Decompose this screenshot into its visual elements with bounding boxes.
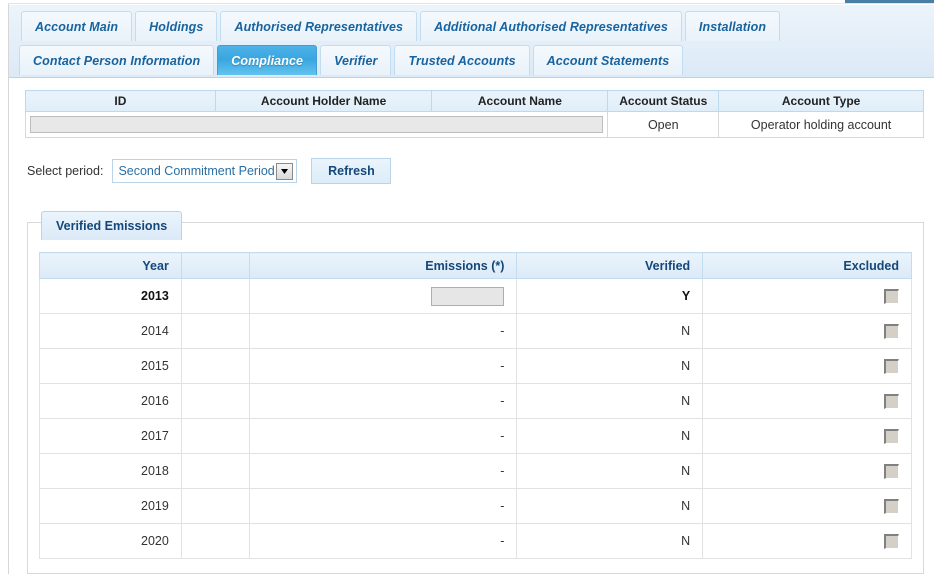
emissions-spacer-cell xyxy=(180,453,250,489)
emissions-table-row: 2019 - N xyxy=(39,488,912,524)
excluded-checkbox[interactable] xyxy=(884,288,899,304)
emissions-spacer-cell xyxy=(180,278,250,314)
account-status-value: Open xyxy=(607,111,720,138)
emissions-excluded-cell xyxy=(702,348,912,384)
emissions-year-cell: 2015 xyxy=(39,348,182,384)
emissions-table-row: 2013 Y xyxy=(39,278,912,314)
emissions-value-cell: - xyxy=(248,488,518,524)
verified-emissions-legend: Verified Emissions xyxy=(41,211,183,241)
emissions-verified-cell: N xyxy=(516,523,704,559)
tab-account-statements[interactable]: Account Statements xyxy=(532,45,684,75)
emissions-year-cell: 2018 xyxy=(39,453,182,489)
redacted-value-bar xyxy=(30,116,604,133)
account-type-value: Operator holding account xyxy=(718,111,924,138)
emissions-spacer-cell xyxy=(180,488,250,524)
emissions-year-cell: 2020 xyxy=(39,523,182,559)
emissions-value-cell: - xyxy=(248,383,518,419)
emissions-table-row: 2014 - N xyxy=(39,313,912,349)
emissions-excluded-cell xyxy=(702,278,912,314)
excluded-checkbox[interactable] xyxy=(884,358,899,374)
tab-row-secondary: Contact Person Information Compliance Veri… xyxy=(19,43,686,75)
emissions-year-cell: 2016 xyxy=(39,383,182,419)
account-col-id: ID xyxy=(25,90,216,112)
chevron-down-icon[interactable] xyxy=(276,163,294,180)
emissions-spacer-cell xyxy=(180,313,250,349)
tab-account-main[interactable]: Account Main xyxy=(21,11,133,41)
verified-emissions-table: Year Emissions (*) Verified Excluded 201… xyxy=(39,252,912,559)
emissions-table-row: 2017 - N xyxy=(39,418,912,454)
account-table-row: Open Operator holding account xyxy=(24,111,924,138)
emissions-verified-cell: Y xyxy=(516,278,704,314)
account-col-holder-name: Account Holder Name xyxy=(214,90,433,112)
tab-additional-authorised-representatives[interactable]: Additional Authorised Representatives xyxy=(420,11,682,41)
tab-row-primary: Account Main Holdings Authorised Represent… xyxy=(21,9,783,41)
redacted-emissions-value xyxy=(431,286,505,306)
emissions-year-cell: 2019 xyxy=(39,488,182,524)
emissions-excluded-cell xyxy=(702,523,912,559)
emissions-value-cell: - xyxy=(248,313,518,349)
excluded-checkbox[interactable] xyxy=(884,323,899,339)
emissions-col-year: Year xyxy=(39,252,182,279)
emissions-verified-cell: N xyxy=(516,383,704,419)
emissions-excluded-cell xyxy=(702,453,912,489)
emissions-year-cell: 2017 xyxy=(39,418,182,454)
emissions-header-row: Year Emissions (*) Verified Excluded xyxy=(39,252,912,279)
emissions-verified-cell: N xyxy=(516,453,704,489)
account-redacted-fields xyxy=(24,111,609,138)
select-period-label: Select period: xyxy=(27,164,104,178)
emissions-table-row: 2020 - N xyxy=(39,523,912,559)
tab-strip: Account Main Holdings Authorised Represent… xyxy=(9,5,934,78)
legend-join-mask xyxy=(41,240,196,243)
refresh-button[interactable]: Refresh xyxy=(311,158,392,184)
emissions-col-verified: Verified xyxy=(516,252,704,279)
emissions-verified-cell: N xyxy=(516,488,704,524)
excluded-checkbox[interactable] xyxy=(884,428,899,444)
period-select[interactable]: Second Commitment Period xyxy=(112,159,298,183)
compliance-page: Account Main Holdings Authorised Represent… xyxy=(0,0,934,574)
emissions-value-cell: - xyxy=(248,418,518,454)
emissions-value-cell: - xyxy=(248,523,518,559)
account-table-header-row: ID Account Holder Name Account Name Acco… xyxy=(25,90,924,112)
excluded-checkbox[interactable] xyxy=(884,463,899,479)
tab-contact-person-information[interactable]: Contact Person Information xyxy=(19,45,215,75)
emissions-excluded-cell xyxy=(702,383,912,419)
emissions-spacer-cell xyxy=(180,418,250,454)
excluded-checkbox[interactable] xyxy=(884,393,899,409)
emissions-verified-cell: N xyxy=(516,348,704,384)
period-selector-row: Select period: Second Commitment Period … xyxy=(27,158,392,184)
tab-installation[interactable]: Installation xyxy=(684,11,781,41)
account-col-account-name: Account Name xyxy=(431,90,609,112)
emissions-table-row: 2016 - N xyxy=(39,383,912,419)
emissions-col-spacer xyxy=(180,252,250,279)
emissions-excluded-cell xyxy=(702,488,912,524)
emissions-table-row: 2018 - N xyxy=(39,453,912,489)
emissions-year-cell: 2014 xyxy=(39,313,182,349)
excluded-checkbox[interactable] xyxy=(884,498,899,514)
tab-authorised-representatives[interactable]: Authorised Representatives xyxy=(220,11,418,41)
emissions-spacer-cell xyxy=(180,383,250,419)
emissions-table-row: 2015 - N xyxy=(39,348,912,384)
account-col-type: Account Type xyxy=(718,90,924,112)
account-summary-table: ID Account Holder Name Account Name Acco… xyxy=(24,90,924,138)
emissions-col-emissions: Emissions (*) xyxy=(248,252,518,279)
emissions-verified-cell: N xyxy=(516,418,704,454)
emissions-spacer-cell xyxy=(180,523,250,559)
excluded-checkbox[interactable] xyxy=(884,533,899,549)
emissions-year-cell: 2013 xyxy=(39,278,182,314)
tab-trusted-accounts[interactable]: Trusted Accounts xyxy=(394,45,530,75)
tab-compliance[interactable]: Compliance xyxy=(217,45,318,75)
emissions-excluded-cell xyxy=(702,418,912,454)
period-select-value: Second Commitment Period xyxy=(118,164,275,178)
emissions-spacer-cell xyxy=(180,348,250,384)
emissions-value-cell: - xyxy=(248,348,518,384)
emissions-value-cell: - xyxy=(248,453,518,489)
emissions-table-body: 2013 Y 2014- N 2015- N 2016- N 2017- N 2018- N 2019-… xyxy=(39,278,912,559)
tab-holdings[interactable]: Holdings xyxy=(135,11,218,41)
tab-verifier[interactable]: Verifier xyxy=(320,45,392,75)
emissions-value-cell xyxy=(248,278,518,314)
emissions-verified-cell: N xyxy=(516,313,704,349)
emissions-col-excluded: Excluded xyxy=(702,252,912,279)
emissions-excluded-cell xyxy=(702,313,912,349)
account-col-status: Account Status xyxy=(607,90,720,112)
